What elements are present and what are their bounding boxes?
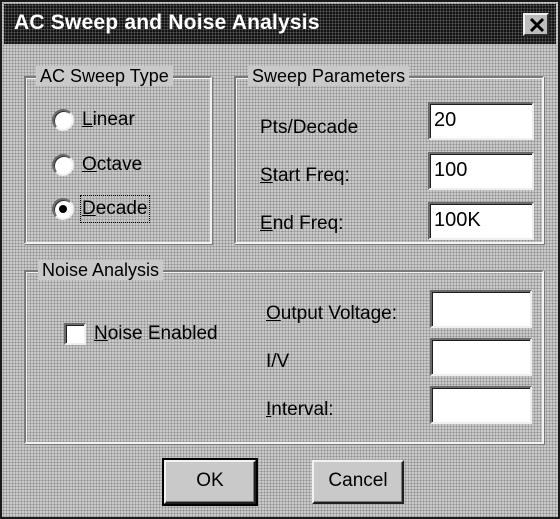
cancel-button[interactable]: Cancel bbox=[312, 460, 404, 504]
noise-enabled-label[interactable]: Noise Enabled bbox=[94, 322, 218, 346]
radio-octave-circle[interactable] bbox=[52, 154, 74, 176]
close-button[interactable] bbox=[523, 13, 549, 36]
dialog-title: AC Sweep and Noise Analysis bbox=[14, 11, 320, 34]
start-freq-input[interactable]: 100 bbox=[428, 152, 534, 190]
end-freq-label: End Freq: bbox=[260, 213, 344, 234]
ac-sweep-type-group: AC Sweep Type Linear Octave Decade bbox=[24, 66, 212, 244]
sweep-parameters-legend: Sweep Parameters bbox=[248, 66, 410, 86]
radio-decade-circle[interactable] bbox=[52, 198, 74, 220]
noise-analysis-group: Noise Analysis Noise Enabled Output Volt… bbox=[24, 260, 544, 444]
ac-sweep-dialog: AC Sweep and Noise Analysis AC Sweep Typ… bbox=[0, 0, 560, 519]
radio-decade-label: Decade bbox=[80, 195, 150, 223]
iv-label: I/V bbox=[266, 351, 290, 372]
noise-enabled-checkbox[interactable] bbox=[64, 323, 86, 345]
radio-octave-label: Octave bbox=[82, 154, 143, 175]
radio-linear-circle[interactable] bbox=[52, 109, 74, 131]
interval-label: Interval: bbox=[266, 399, 334, 420]
ac-sweep-type-legend: AC Sweep Type bbox=[36, 66, 173, 86]
radio-linear-label: Linear bbox=[82, 109, 135, 130]
start-freq-label: Start Freq: bbox=[260, 165, 350, 186]
output-voltage-input[interactable] bbox=[430, 290, 532, 328]
title-bar[interactable]: AC Sweep and Noise Analysis bbox=[4, 4, 556, 44]
interval-input[interactable] bbox=[430, 386, 532, 424]
pts-per-decade-input[interactable]: 20 bbox=[428, 102, 534, 140]
ok-button[interactable]: OK bbox=[162, 458, 258, 506]
radio-selected-dot bbox=[59, 205, 67, 213]
close-icon bbox=[529, 17, 545, 33]
noise-analysis-legend: Noise Analysis bbox=[38, 260, 164, 280]
pts-per-decade-label: Pts/Decade bbox=[260, 117, 359, 138]
sweep-parameters-group: Sweep Parameters Pts/Decade 20 Start Fre… bbox=[234, 66, 544, 244]
iv-input[interactable] bbox=[430, 338, 532, 376]
output-voltage-label: Output Voltage: bbox=[266, 303, 397, 324]
end-freq-input[interactable]: 100K bbox=[428, 202, 534, 240]
